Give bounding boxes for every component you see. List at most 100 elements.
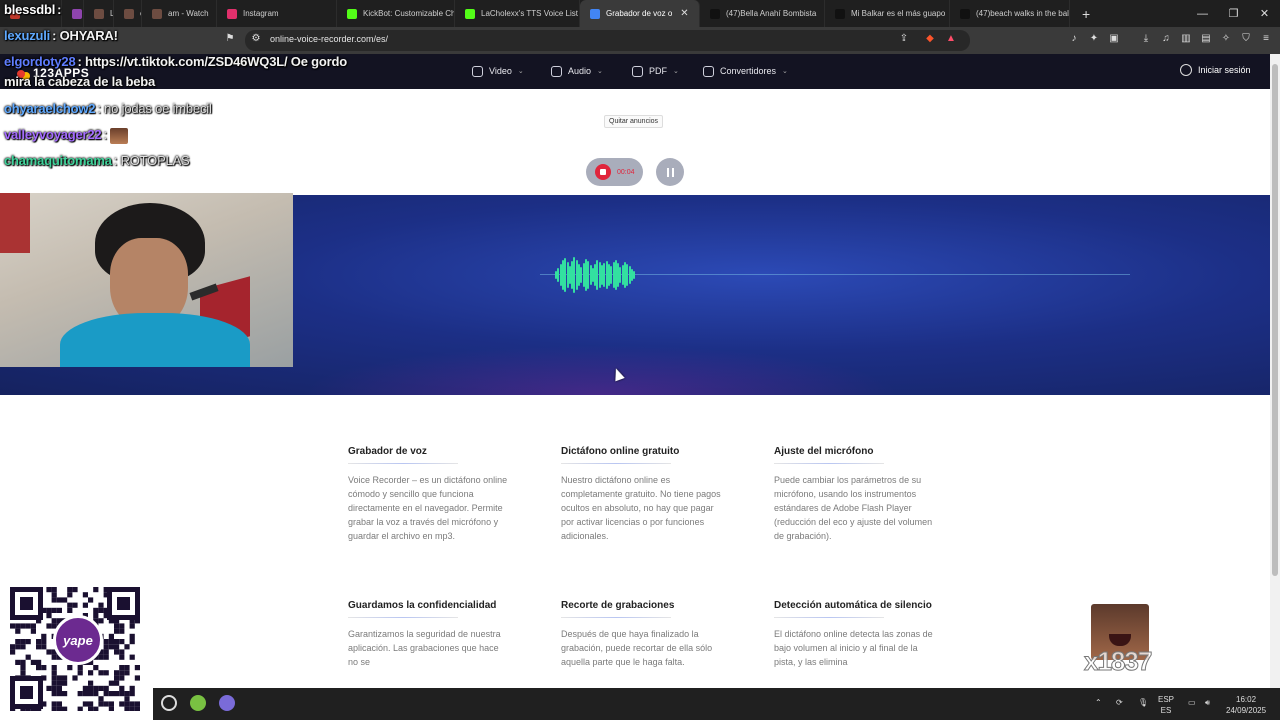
qr-module [119,623,125,629]
qr-module [41,633,47,639]
chat-message: valleyvoyager22: [4,127,129,144]
qr-module [36,644,42,650]
qr-module [108,639,114,645]
qr-module [93,613,99,619]
qr-module [108,691,114,697]
qr-module [25,654,31,660]
qr-module [134,675,140,681]
obs-app-icon[interactable] [161,695,177,711]
feature-card: Detección automática de silencio El dictá… [774,598,934,669]
qr-module [10,644,16,650]
chat-username: ohyaraelchow2 [4,101,96,116]
qr-module [119,675,125,681]
qr-module [98,670,104,676]
qr-module [103,654,109,660]
chat-text: OHYARA! [59,28,118,43]
feature-text: Nuestro dictáfono online es completament… [561,475,721,541]
qr-module [62,675,68,681]
qr-module [93,691,99,697]
feature-title: Dictáfono online gratuito [561,446,680,457]
chrome-app-icon[interactable] [190,695,206,711]
qr-module [25,639,31,645]
chat-text: ROTOPLAS [120,153,190,168]
feature-text: Después de que haya finalizado la grabac… [561,629,713,667]
qr-module [51,587,57,593]
qr-module [114,675,120,681]
qr-module [62,691,68,697]
tray-chevron-icon[interactable]: ⌃ [1095,697,1102,708]
qr-module [114,644,120,650]
qr-module [88,685,94,691]
qr-module [98,607,104,613]
media-app-icon[interactable] [219,695,235,711]
qr-module [82,592,88,598]
feature-underline [561,617,671,618]
qr-module [67,592,73,598]
qr-module [20,623,26,629]
chat-text: no jodas oe imbecil [104,101,212,116]
qr-module [10,649,16,655]
lang-bottom: ES [1160,706,1172,715]
qr-module [56,701,62,707]
qr-module [134,706,140,711]
language-indicator[interactable]: ESP ES [1158,694,1174,716]
qr-module [51,654,57,660]
chat-message: blessdbl: [4,2,62,17]
qr-module [119,665,125,671]
network-icon[interactable]: ▭ [1188,697,1196,708]
qr-module [56,691,62,697]
feature-underline [561,463,671,464]
qr-module [82,602,88,608]
qr-module [15,623,21,629]
qr-module [124,665,130,671]
qr-module [93,587,99,593]
qr-module [67,607,73,613]
qr-module [114,691,120,697]
qr-module [72,602,78,608]
qr-module [46,685,52,691]
scrollbar-thumb[interactable] [1272,64,1278,576]
chat-username: chamaquitomama [4,153,112,168]
qr-module [72,587,78,593]
emote-icon [110,127,129,144]
feature-title: Detección automática de silencio [774,600,932,611]
qr-module [10,623,16,629]
lang-top: ESP [1158,695,1175,704]
qr-module [41,665,47,671]
qr-module [119,649,125,655]
qr-module [103,691,109,697]
qr-module [88,670,94,676]
qr-module [108,680,114,686]
qr-module [124,696,130,702]
chat-text: https://vt.tiktok.com/ZSD46WQ3L/ Oe gord… [85,54,347,69]
qr-module [114,623,120,629]
qr-module [41,639,47,645]
qr-module [98,618,104,624]
qr-module [20,644,26,650]
qr-module [51,607,57,613]
feature-title: Guardamos la confidencialidad [348,600,497,611]
qr-module [20,639,26,645]
feature-text: Garantizamos la seguridad de nuestra apl… [348,629,501,667]
qr-module [98,701,104,707]
qr-module [20,659,26,665]
qr-module [88,706,94,711]
microphone-icon[interactable]: 🎙︎ [1138,697,1148,708]
qr-module [117,597,130,610]
qr-module [56,675,62,681]
qr-module [30,628,36,634]
qr-module [114,670,120,676]
clock[interactable]: 16:02 24/09/2025 [1226,694,1266,716]
chat-username: valleyvoyager22 [4,127,102,142]
qr-module [77,706,83,711]
volume-icon[interactable]: 🔊︎ [1205,697,1210,708]
qr-module [51,670,57,676]
qr-module [51,675,57,681]
qr-module [98,685,104,691]
qr-module [119,701,125,707]
page-scrollbar[interactable] [1270,54,1280,688]
sync-icon[interactable]: ⟳ [1116,697,1123,708]
qr-module [46,613,52,619]
qr-module [129,654,135,660]
qr-module [67,602,73,608]
